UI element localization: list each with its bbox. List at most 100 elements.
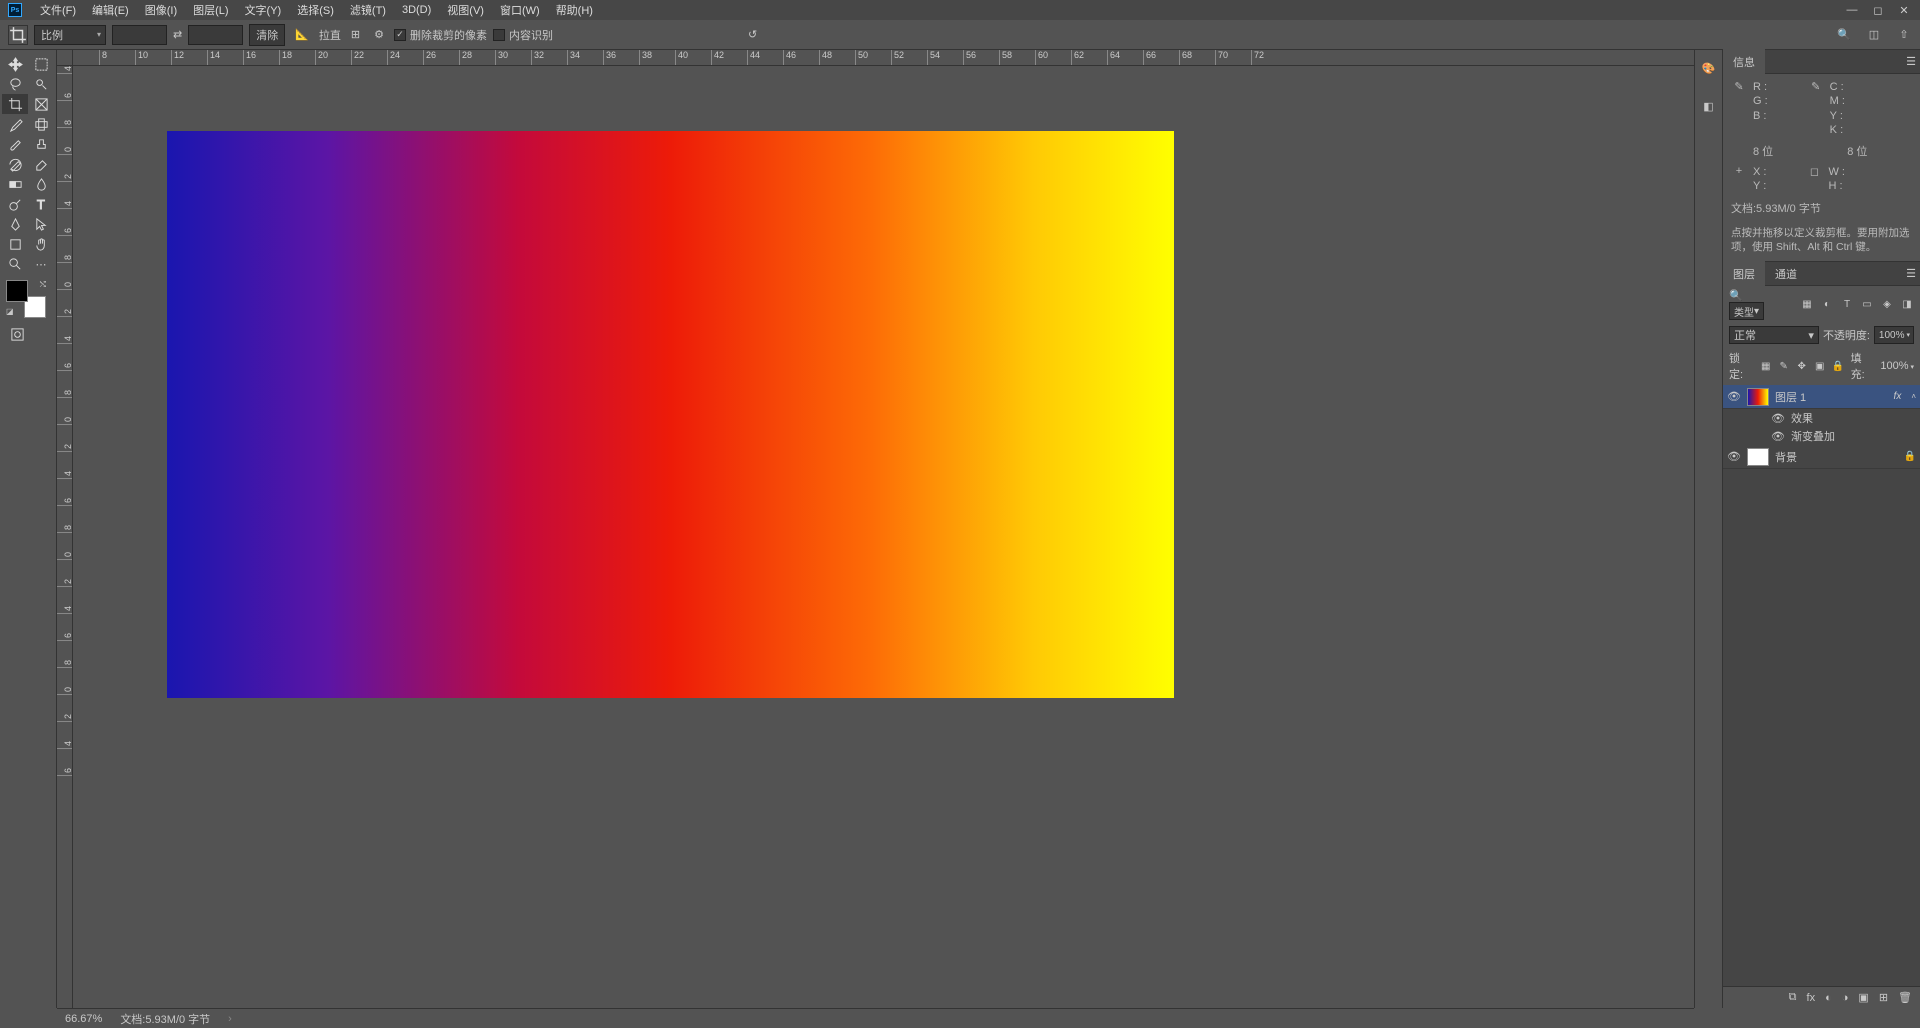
default-colors-icon[interactable]: ◪: [6, 307, 14, 316]
layer-item-1[interactable]: 👁 图层 1 fx ˄: [1723, 385, 1920, 409]
menu-filter[interactable]: 滤镜(T): [342, 0, 394, 21]
channels-tab[interactable]: 通道: [1765, 261, 1807, 287]
visibility-toggle-icon[interactable]: 👁: [1727, 390, 1741, 403]
effects-visibility-icon[interactable]: 👁: [1771, 412, 1785, 425]
lasso-tool[interactable]: [2, 74, 28, 94]
new-layer-icon[interactable]: ⊞: [1879, 991, 1888, 1004]
group-icon[interactable]: ▣: [1858, 991, 1868, 1004]
layer-thumbnail[interactable]: [1747, 448, 1769, 466]
workspace-icon[interactable]: ◫: [1866, 27, 1882, 43]
gradient-tool[interactable]: [2, 174, 28, 194]
frame-tool[interactable]: [28, 94, 54, 114]
menu-file[interactable]: 文件(F): [32, 0, 84, 21]
path-select-tool[interactable]: [28, 214, 54, 234]
menu-help[interactable]: 帮助(H): [548, 0, 601, 21]
hand-tool[interactable]: [28, 234, 54, 254]
layer-name[interactable]: 背景: [1775, 449, 1898, 465]
menu-select[interactable]: 选择(S): [289, 0, 342, 21]
search-icon[interactable]: 🔍: [1836, 27, 1852, 43]
filter-adjust-icon[interactable]: ◐: [1820, 298, 1834, 312]
fx-collapse-icon[interactable]: ˄: [1911, 392, 1916, 401]
dodge-tool[interactable]: [2, 194, 28, 214]
fill-input[interactable]: 100%▾: [1880, 360, 1914, 372]
panel-menu-icon[interactable]: ☰: [1906, 55, 1916, 68]
layers-panel-menu-icon[interactable]: ☰: [1906, 267, 1916, 280]
layer-effects-row[interactable]: 👁 效果: [1723, 409, 1920, 427]
filter-type-icon[interactable]: T: [1840, 298, 1854, 312]
menu-layer[interactable]: 图层(L): [185, 0, 236, 21]
crop-height-input[interactable]: [188, 25, 243, 45]
visibility-toggle-icon[interactable]: 👁: [1727, 450, 1741, 463]
ratio-dropdown[interactable]: 比例: [34, 25, 106, 45]
opacity-input[interactable]: 100%▾: [1874, 326, 1914, 344]
more-tools[interactable]: ⋯: [28, 254, 54, 274]
minimize-button[interactable]: —: [1840, 2, 1864, 18]
layer-name[interactable]: 图层 1: [1775, 389, 1888, 405]
link-layers-icon[interactable]: ⧉: [1789, 991, 1797, 1004]
crop-tool-icon[interactable]: [8, 25, 28, 45]
layer-style-icon[interactable]: fx: [1807, 992, 1816, 1004]
adjustment-layer-icon[interactable]: ◑: [1842, 992, 1849, 1004]
color-swatch[interactable]: ⤭ ◪: [6, 280, 46, 318]
lock-transparent-icon[interactable]: ▦: [1759, 359, 1773, 373]
settings-gear-icon[interactable]: ⚙: [370, 28, 388, 41]
quickmask-button[interactable]: [4, 324, 30, 344]
blur-tool[interactable]: [28, 174, 54, 194]
status-arrow-icon[interactable]: ›: [228, 1013, 232, 1025]
maximize-button[interactable]: ◻: [1866, 2, 1890, 18]
lock-artboard-icon[interactable]: ▣: [1813, 359, 1827, 373]
filter-type-dropdown[interactable]: 类型▾: [1729, 302, 1764, 320]
pen-tool[interactable]: [2, 214, 28, 234]
reset-icon[interactable]: ↺: [748, 28, 757, 41]
crop-tool[interactable]: [2, 94, 28, 114]
brush-tool[interactable]: [2, 134, 28, 154]
filter-smart-icon[interactable]: ◈: [1880, 298, 1894, 312]
delete-cropped-checkbox[interactable]: ✓ 删除裁剪的像素: [394, 27, 487, 43]
straighten-icon[interactable]: 📐: [291, 28, 313, 41]
crop-width-input[interactable]: [112, 25, 167, 45]
menu-type[interactable]: 文字(Y): [237, 0, 290, 21]
status-doc-size[interactable]: 文档:5.93M/0 字节: [120, 1011, 210, 1027]
color-panel-icon[interactable]: 🎨: [1699, 58, 1719, 78]
layer-mask-icon[interactable]: ◐: [1825, 992, 1832, 1004]
canvas-area[interactable]: [73, 66, 1694, 1008]
menu-3d[interactable]: 3D(D): [394, 1, 439, 19]
type-tool[interactable]: T: [28, 194, 54, 214]
close-button[interactable]: ✕: [1892, 2, 1916, 18]
move-tool[interactable]: [2, 54, 28, 74]
healing-tool[interactable]: [28, 114, 54, 134]
blend-mode-dropdown[interactable]: 正常▾: [1729, 326, 1819, 344]
info-tab[interactable]: 信息: [1723, 49, 1765, 75]
gradient-visibility-icon[interactable]: 👁: [1771, 430, 1785, 443]
menu-edit[interactable]: 编辑(E): [84, 0, 137, 21]
gradient-overlay-row[interactable]: 👁 渐变叠加: [1723, 427, 1920, 445]
content-aware-checkbox[interactable]: 内容识别: [493, 27, 553, 43]
overlay-grid-icon[interactable]: ⊞: [347, 28, 364, 41]
clear-button[interactable]: 清除: [249, 24, 285, 46]
filter-shape-icon[interactable]: ▭: [1860, 298, 1874, 312]
layer-thumbnail[interactable]: [1747, 388, 1769, 406]
fx-indicator[interactable]: fx: [1894, 391, 1902, 402]
shape-tool[interactable]: [2, 234, 28, 254]
menu-window[interactable]: 窗口(W): [492, 0, 548, 21]
filter-toggle-icon[interactable]: ◨: [1900, 298, 1914, 312]
lock-position-icon[interactable]: ✥: [1795, 359, 1809, 373]
adjustments-panel-icon[interactable]: ◧: [1699, 96, 1719, 116]
delete-layer-icon[interactable]: 🗑: [1898, 991, 1912, 1004]
history-brush-tool[interactable]: [2, 154, 28, 174]
lock-icon[interactable]: 🔒: [1904, 451, 1916, 462]
horizontal-ruler[interactable]: 6810121416182022242628303234363840424446…: [73, 50, 1694, 66]
lock-all-icon[interactable]: 🔒: [1831, 359, 1845, 373]
menu-view[interactable]: 视图(V): [439, 0, 492, 21]
eraser-tool[interactable]: [28, 154, 54, 174]
zoom-level[interactable]: 66.67%: [65, 1013, 102, 1025]
eyedropper-tool[interactable]: [2, 114, 28, 134]
layers-tab[interactable]: 图层: [1723, 261, 1765, 287]
layer-item-background[interactable]: 👁 背景 🔒: [1723, 445, 1920, 469]
swap-colors-icon[interactable]: ⤭: [40, 280, 46, 290]
vertical-ruler[interactable]: 468024680246802468024680246: [57, 66, 73, 1008]
menu-image[interactable]: 图像(I): [137, 0, 185, 21]
canvas[interactable]: [167, 131, 1174, 698]
stamp-tool[interactable]: [28, 134, 54, 154]
share-icon[interactable]: ⇧: [1896, 27, 1912, 43]
